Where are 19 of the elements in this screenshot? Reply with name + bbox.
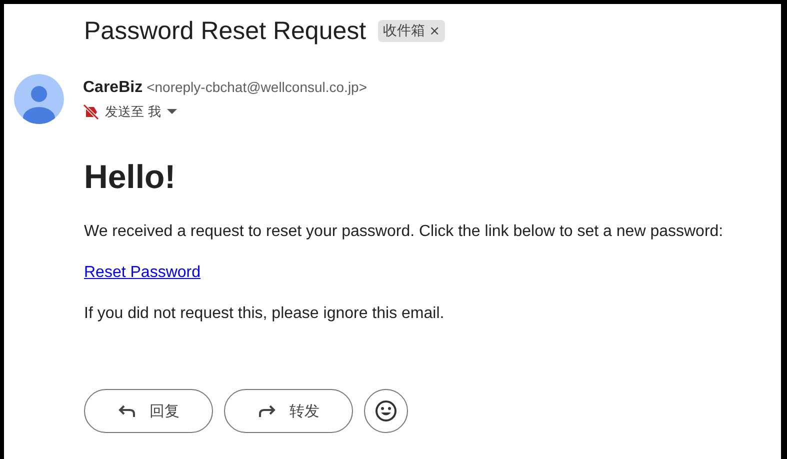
forward-button[interactable]: 转发 [224,389,353,433]
reply-button[interactable]: 回复 [84,389,213,433]
reset-password-link[interactable]: Reset Password [84,264,200,282]
remove-label-button[interactable]: × [429,24,440,38]
sender-address: <noreply-cbchat@wellconsul.co.jp> [146,79,368,95]
muted-tag-icon [83,104,99,120]
forward-icon [258,404,276,418]
body-paragraph: If you did not request this, please ignore this email. [84,305,446,323]
sender-name: CareBiz [83,79,143,97]
emoji-reaction-button[interactable] [364,389,408,433]
email-subject: Password Reset Request [84,16,366,46]
dropdown-caret-icon[interactable] [167,109,178,115]
reply-icon [118,404,136,418]
avatar-icon [14,74,64,124]
label-text: 收件箱 [383,22,426,40]
smiley-icon [375,400,397,422]
body-paragraph: We received a request to reset your password. Click the link below to set a new password: [84,223,724,241]
recipient-text: 发送至 我 [105,104,162,121]
greeting-heading: Hello! [84,158,177,196]
